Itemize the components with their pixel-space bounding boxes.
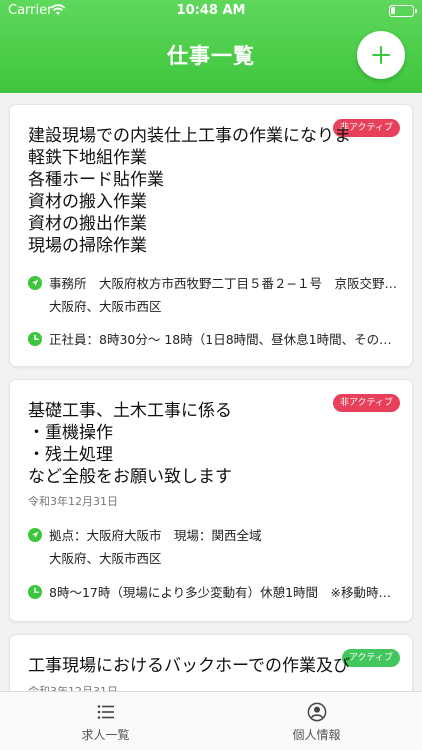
- person-icon: [307, 702, 327, 722]
- job-title-line: など全般をお願い致します: [28, 467, 232, 487]
- location-arrow-icon: [28, 276, 42, 290]
- app-header: Carrier 10:48 AM 仕事一覧: [0, 0, 422, 93]
- plus-icon: [372, 46, 390, 64]
- hours-text: 8時～17時（現場により多少変動有）休憩1時間 ※移動時間含む: [49, 585, 397, 600]
- job-title-line: 建設現場での内装仕上工事の作業になりま: [28, 126, 351, 146]
- status-badge: アクティブ: [341, 649, 400, 667]
- job-card[interactable]: 非アクティブ 建設現場での内装仕上工事の作業になりま 軽鉄下地組作業 各種ホード…: [10, 105, 412, 366]
- battery-icon: [389, 5, 417, 17]
- job-title-line: 軽鉄下地組作業: [28, 148, 147, 168]
- job-title-line: ・重機操作: [28, 423, 113, 443]
- location-text: 事務所 大阪府枚方市西牧野二丁目５番２−１号 京阪交野線「交野市」駅: [49, 276, 397, 291]
- job-title-line: ・残土処理: [28, 445, 113, 465]
- job-title-line: 現場の掃除作業: [28, 236, 147, 256]
- job-title-line: 各種ホード貼作業: [28, 170, 164, 190]
- hours-row: 正社員：8時30分～ 18時（1日8時間、昼休息1時間、その他休憩あり）: [28, 331, 398, 349]
- tab-job-list[interactable]: 求人一覧: [0, 692, 211, 750]
- job-date: 令和3年12月31日: [28, 683, 118, 691]
- status-bar: Carrier 10:48 AM: [0, 0, 422, 22]
- status-badge: 非アクティブ: [332, 394, 400, 412]
- add-job-button[interactable]: [357, 31, 405, 79]
- tab-profile[interactable]: 個人情報: [211, 692, 422, 750]
- area-text: 大阪府、大阪市西区: [49, 551, 162, 566]
- location-text: 拠点：大阪府大阪市 現場：関西全域: [49, 528, 262, 543]
- tab-label: 個人情報: [292, 728, 341, 742]
- hours-row: 8時～17時（現場により多少変動有）休憩1時間 ※移動時間含む: [28, 584, 398, 602]
- clock-icon: [28, 585, 42, 599]
- area-text: 大阪府、大阪市西区: [49, 299, 162, 314]
- job-card[interactable]: 非アクティブ 基礎工事、土木工事に係る ・重機操作 ・残土処理 など全般をお願い…: [10, 380, 412, 621]
- job-card[interactable]: アクティブ 工事現場におけるバックホーでの作業及び 令和3年12月31日: [10, 635, 412, 691]
- hours-text: 正社員：8時30分～ 18時（1日8時間、昼休息1時間、その他休憩あり）: [49, 332, 397, 347]
- job-title-line: 資材の搬出作業: [28, 214, 147, 234]
- list-icon: [97, 705, 114, 719]
- tab-bar: 求人一覧 個人情報: [0, 691, 422, 750]
- clock-icon: [28, 332, 42, 346]
- job-title-line: 基礎工事、土木工事に係る: [28, 401, 232, 421]
- location-arrow-icon: [28, 528, 42, 542]
- job-date: 令和3年12月31日: [28, 495, 118, 508]
- tab-label: 求人一覧: [81, 728, 130, 742]
- job-title-line: 工事現場におけるバックホーでの作業及び: [28, 656, 350, 676]
- job-list[interactable]: 非アクティブ 建設現場での内装仕上工事の作業になりま 軽鉄下地組作業 各種ホード…: [0, 93, 422, 691]
- location-row: 事務所 大阪府枚方市西牧野二丁目５番２−１号 京阪交野線「交野市」駅: [28, 275, 398, 293]
- location-row: 拠点：大阪府大阪市 現場：関西全域: [28, 527, 398, 545]
- clock: 10:48 AM: [176, 3, 246, 18]
- job-title-line: 資材の搬入作業: [28, 192, 147, 212]
